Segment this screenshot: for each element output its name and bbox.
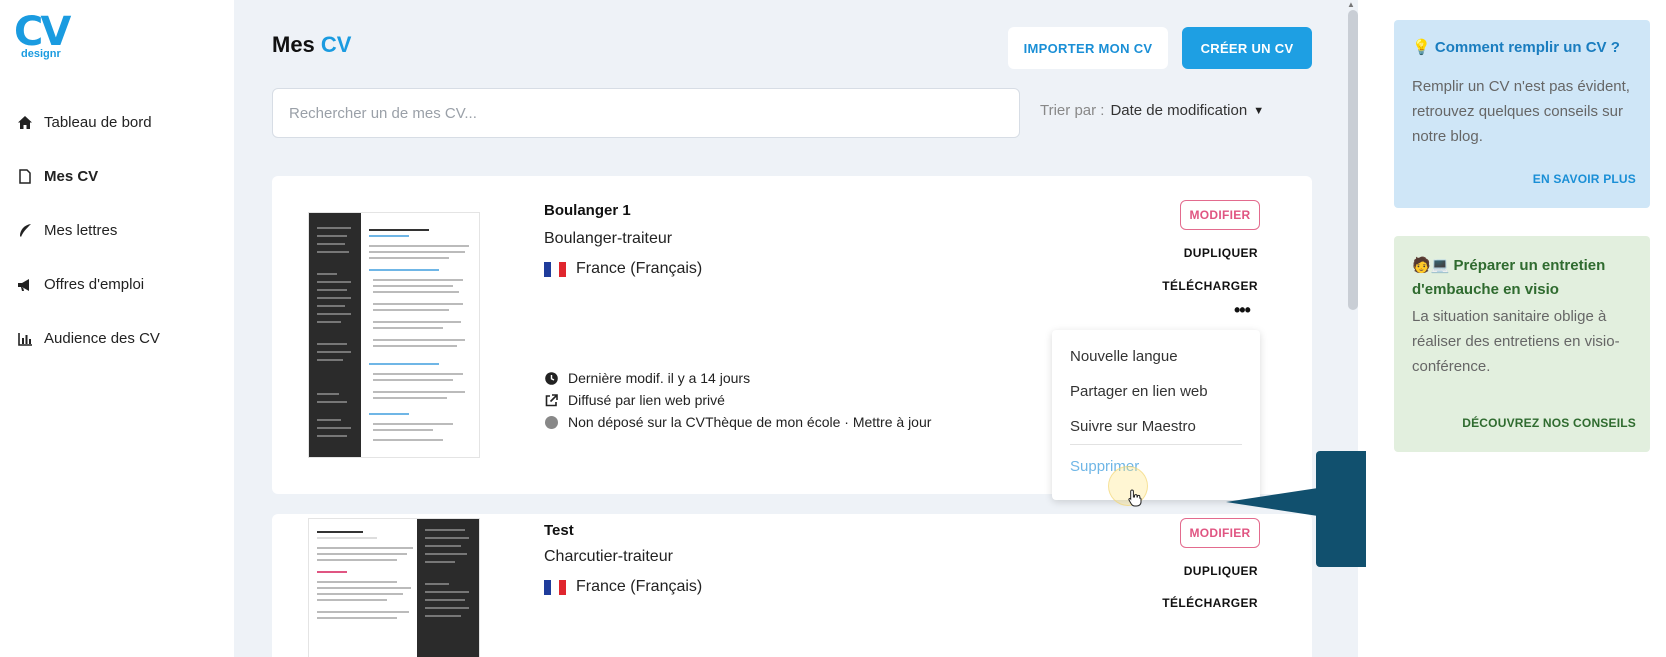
duplicate-button[interactable]: DUPLIQUER (1148, 564, 1258, 578)
sidebar-item-label: Tableau de bord (44, 114, 152, 131)
last-modified-text: Dernière modif. il y a 14 jours (568, 370, 751, 386)
megaphone-icon (16, 278, 34, 292)
page-title-prefix: Mes (272, 32, 321, 57)
download-button[interactable]: TÉLÉCHARGER (1148, 596, 1258, 610)
tip-body: La situation sanitaire oblige à réaliser… (1412, 308, 1620, 375)
cv-thumbnail[interactable] (308, 518, 480, 657)
menu-item-new-language[interactable]: Nouvelle langue (1070, 348, 1178, 365)
sidebar-item-label: Offres d'emploi (44, 276, 145, 293)
feather-icon (16, 223, 34, 238)
tip-title-text: Comment remplir un CV ? (1434, 39, 1620, 56)
tip-title: 💡 Comment remplir un CV ? (1412, 36, 1638, 60)
cvtheque-status-text: Non déposé sur la CVThèque de mon école … (568, 414, 932, 430)
learn-more-link[interactable]: EN SAVOIR PLUS (1533, 172, 1636, 186)
cv-language: France (Français) (544, 260, 702, 278)
tip-card-cv: 💡 Comment remplir un CV ? Remplir un CV … (1394, 20, 1650, 208)
sidebar-item-label: Mes CV (44, 168, 99, 185)
cv-language-label: France (Français) (576, 260, 703, 277)
app-logo[interactable]: CV designr (14, 12, 74, 64)
cv-thumbnail[interactable] (308, 212, 480, 458)
tips-panel: 💡 Comment remplir un CV ? Remplir un CV … (1366, 0, 1666, 657)
callout-pointer (1226, 488, 1318, 516)
lightbulb-icon: 💡 (1412, 39, 1431, 56)
sidebar-item-label: Audience des CV (44, 330, 160, 347)
external-link-icon (544, 393, 558, 407)
france-flag-icon (544, 579, 566, 595)
menu-item-follow-maestro[interactable]: Suivre sur Maestro (1070, 418, 1196, 435)
france-flag-icon (544, 261, 566, 277)
discover-advice-link[interactable]: DÉCOUVREZ NOS CONSEILS (1462, 416, 1636, 430)
scroll-up-icon[interactable]: ▲ (1347, 0, 1355, 9)
sidebar: CV designr Tableau de bord Mes CV Mes le… (0, 0, 234, 657)
sidebar-item-mes-lettres[interactable]: Mes lettres (16, 222, 117, 239)
sidebar-item-offres[interactable]: Offres d'emploi (16, 276, 144, 293)
page-title-accent: CV (320, 32, 352, 57)
cv-name[interactable]: Test (544, 522, 574, 539)
sidebar-item-label: Mes lettres (44, 222, 118, 239)
page-title: Mes CV (272, 32, 351, 58)
cv-name[interactable]: Boulanger 1 (544, 202, 631, 219)
hand-cursor-icon (1128, 489, 1142, 512)
cv-job-title: Boulanger-traiteur (544, 230, 673, 247)
cvtheque-status[interactable]: Non déposé sur la CVThèque de mon école … (544, 414, 931, 430)
tip-body: Remplir un CV n'est pas évident, retrouv… (1412, 78, 1630, 145)
search-input[interactable] (272, 88, 1020, 138)
scrollbar-thumb[interactable] (1348, 10, 1358, 310)
sidebar-item-mes-cv[interactable]: Mes CV (16, 168, 98, 185)
clock-icon (544, 371, 558, 385)
cv-card: Test Charcutier-traiteur France (Françai… (272, 514, 1312, 657)
cv-language-label: France (Français) (576, 578, 703, 595)
sort-value: Date de modification (1110, 102, 1248, 119)
modify-button[interactable]: MODIFIER (1180, 518, 1260, 548)
duplicate-button[interactable]: DUPLIQUER (1148, 246, 1258, 260)
more-options-icon[interactable]: ••• (1234, 300, 1251, 321)
import-cv-button[interactable]: IMPORTER MON CV (1008, 27, 1168, 69)
last-modified: Dernière modif. il y a 14 jours (544, 370, 750, 386)
more-options-menu: Nouvelle langue Partager en lien web Sui… (1052, 330, 1260, 500)
status-dot-icon (544, 415, 558, 429)
document-icon (16, 169, 34, 184)
caret-down-icon: ▼ (1253, 104, 1265, 117)
sort-dropdown[interactable]: Trier par : Date de modification ▼ (1040, 102, 1264, 119)
menu-divider (1070, 444, 1242, 445)
bar-chart-icon (16, 332, 34, 346)
cv-job-title: Charcutier-traiteur (544, 548, 673, 565)
create-cv-button[interactable]: CRÉER UN CV (1182, 27, 1312, 69)
tip-title: 🧑💻 Préparer un entretien d'embauche en v… (1412, 254, 1638, 302)
sort-label: Trier par : (1040, 102, 1105, 119)
tip-card-interview: 🧑💻 Préparer un entretien d'embauche en v… (1394, 236, 1650, 452)
modify-button[interactable]: MODIFIER (1180, 200, 1260, 230)
menu-item-share-web-link[interactable]: Partager en lien web (1070, 383, 1208, 400)
share-status-text: Diffusé par lien web privé (568, 392, 725, 408)
download-button[interactable]: TÉLÉCHARGER (1148, 279, 1258, 293)
person-laptop-icon: 🧑💻 (1412, 257, 1450, 274)
home-icon (16, 115, 34, 130)
logo-cv: CV (14, 9, 71, 55)
sidebar-item-audience[interactable]: Audience des CV (16, 330, 160, 347)
cv-language: France (Français) (544, 578, 702, 596)
main-content: Mes CV IMPORTER MON CV CRÉER UN CV Trier… (234, 0, 1350, 657)
sidebar-item-dashboard[interactable]: Tableau de bord (16, 114, 152, 131)
share-status[interactable]: Diffusé par lien web privé (544, 392, 725, 408)
